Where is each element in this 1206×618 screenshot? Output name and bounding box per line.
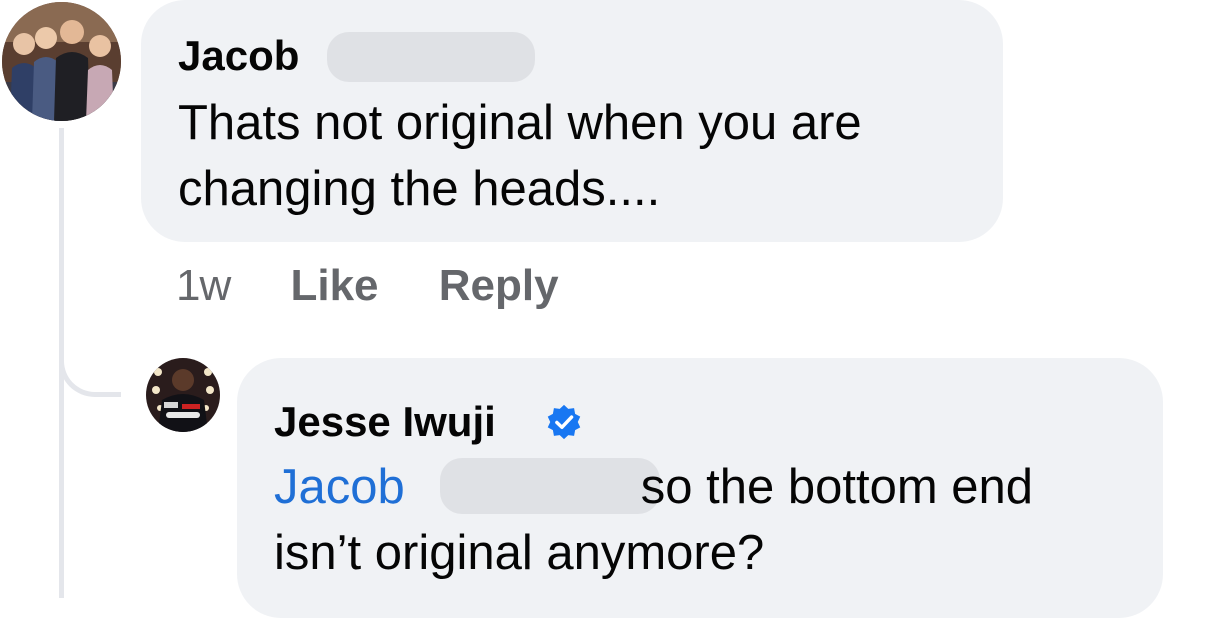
- avatar[interactable]: [146, 358, 220, 432]
- thread-connector-curve: [59, 345, 121, 397]
- comment-text-line: Thats not original when you are: [178, 96, 862, 150]
- comment-text-segment: so the bottom end: [640, 460, 1034, 514]
- redacted-surname: [327, 32, 535, 82]
- reply-bubble: Jesse Iwuji Jacob so the bottom end isn’t…: [237, 358, 1163, 618]
- avatar[interactable]: [2, 2, 121, 121]
- comment-author-name[interactable]: Jacob: [178, 32, 299, 80]
- comment-text: Thats not original when you are changing…: [178, 90, 862, 222]
- reply-button[interactable]: Reply: [439, 261, 559, 310]
- comment-timestamp[interactable]: 1w: [176, 261, 231, 310]
- comment-text-line: changing the heads....: [178, 162, 661, 216]
- like-button[interactable]: Like: [290, 261, 378, 310]
- comment-author-name[interactable]: Jesse Iwuji: [274, 398, 496, 446]
- comment-actions: 1w Like Reply: [176, 258, 559, 314]
- verified-badge-icon: [547, 404, 581, 440]
- comment-text-line: Jacob so the bottom end: [274, 454, 1033, 520]
- comment-bubble: Jacob Thats not original when you are ch…: [141, 0, 1003, 242]
- mention-link[interactable]: Jacob: [274, 460, 405, 514]
- comment-text-line: isn’t original anymore?: [274, 526, 765, 580]
